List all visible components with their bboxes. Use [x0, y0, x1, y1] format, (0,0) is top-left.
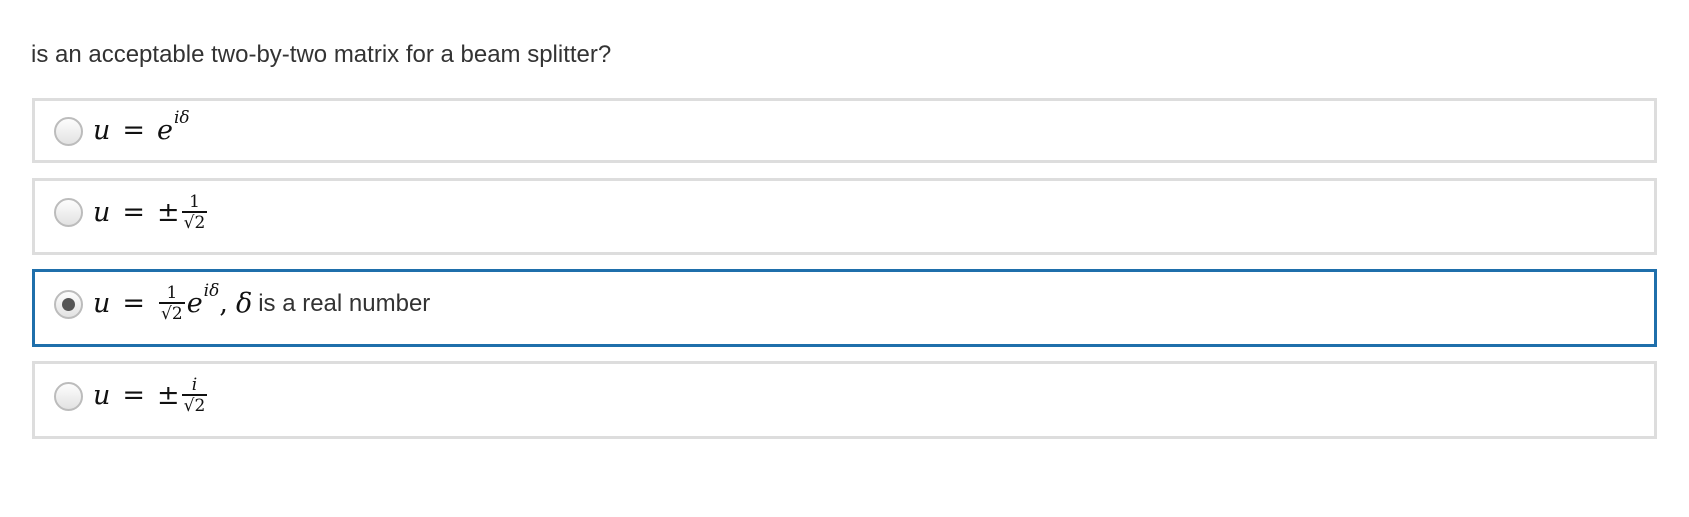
math-plus-minus: ±: [157, 380, 180, 412]
radical-sign: √: [161, 303, 172, 324]
fraction-denominator: √2: [182, 396, 208, 416]
fraction-denominator: √2: [159, 304, 185, 324]
math-symbol: δ: [235, 288, 253, 320]
radio-button[interactable]: [54, 117, 83, 146]
choice-text: is a real number: [258, 289, 431, 317]
answer-choice-3[interactable]: u = 1 √2 e iδ , δ is a real number: [32, 269, 1657, 347]
radio-selected-dot: [62, 298, 75, 311]
radical-sign: √: [183, 212, 195, 233]
math-equals: =: [122, 197, 146, 229]
math-exponent: iδ: [203, 280, 220, 301]
math-variable: u: [93, 288, 111, 320]
math-equals: =: [122, 288, 146, 320]
math-equals: =: [122, 115, 146, 146]
math-base: e: [157, 115, 173, 146]
radio-button[interactable]: [54, 382, 83, 411]
choice-math: u = 1 √2 e iδ , δ is a real number: [93, 280, 431, 324]
radicand: 2: [194, 212, 206, 233]
math-variable: u: [93, 115, 111, 146]
radio-button[interactable]: [54, 198, 83, 227]
fraction-numerator: 1: [166, 283, 178, 303]
radical-sign: √: [183, 395, 195, 416]
radicand: 2: [194, 395, 206, 416]
math-plus-minus: ±: [157, 197, 180, 229]
math-fraction: i √2: [181, 375, 208, 416]
math-variable: u: [93, 380, 111, 412]
question-text: is an acceptable two-by-two matrix for a…: [31, 41, 612, 68]
answer-choice-1[interactable]: u = e iδ: [32, 98, 1657, 163]
math-base: e: [186, 288, 203, 320]
choice-math: u = e iδ: [93, 108, 190, 147]
math-exponent: iδ: [174, 107, 190, 128]
choice-math: u = ± 1 √2: [93, 193, 209, 233]
math-variable: u: [93, 197, 111, 229]
fraction-denominator: √2: [182, 213, 208, 233]
math-equals: =: [122, 380, 146, 412]
answer-choice-2[interactable]: u = ± 1 √2: [32, 178, 1657, 255]
math-fraction: 1 √2: [159, 284, 185, 324]
radicand: 2: [171, 303, 183, 324]
math-separator: ,: [219, 288, 228, 320]
math-fraction: 1 √2: [181, 192, 208, 233]
fraction-numerator: i: [191, 375, 198, 395]
answer-choice-4[interactable]: u = ± i √2: [32, 361, 1657, 439]
radio-button[interactable]: [54, 290, 83, 319]
choice-math: u = ± i √2: [93, 376, 209, 416]
fraction-numerator: 1: [189, 192, 200, 212]
